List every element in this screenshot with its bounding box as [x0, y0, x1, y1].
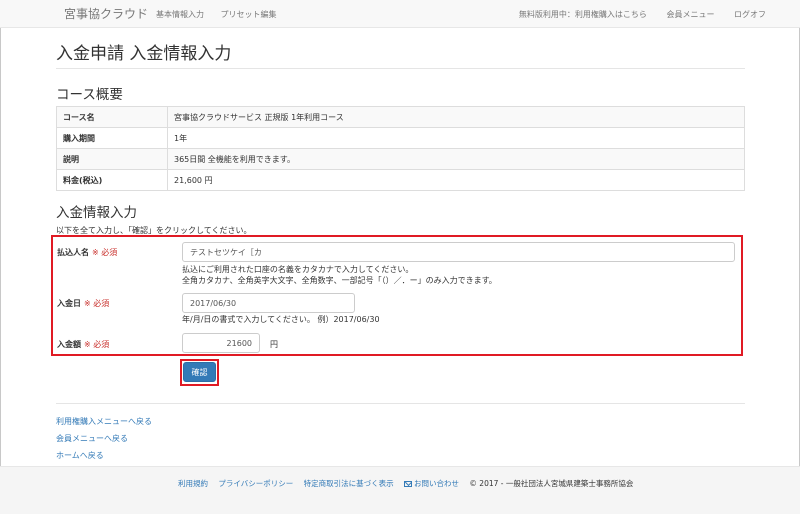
footer-commerce-law-link[interactable]: 特定商取引法に基づく表示	[304, 479, 394, 488]
row-value: 宮事協クラウドサービス 正規版 1年利用コース	[167, 106, 745, 128]
payment-date-label: 入金日 ※ 必須	[57, 298, 109, 309]
row-label: 説明	[56, 148, 168, 170]
payer-name-help: 払込にご利用された口座の名義をカタカナで入力してください。 全角カタカナ、全角英…	[182, 264, 497, 286]
nav-logoff[interactable]: ログオフ	[734, 10, 766, 19]
table-row: コース名 宮事協クラウドサービス 正規版 1年利用コース	[56, 106, 745, 128]
payer-name-input[interactable]: テストセツケイ［カ	[182, 242, 735, 262]
footer-privacy-link[interactable]: プライバシーポリシー	[218, 479, 293, 488]
required-mark: ※ 必須	[84, 299, 110, 308]
page-title: 入金申請 入金情報入力	[56, 44, 232, 64]
footer-terms-link[interactable]: 利用規約	[178, 479, 208, 488]
table-row: 説明 365日間 全機能を利用できます。	[56, 148, 745, 170]
course-summary-table: コース名 宮事協クラウドサービス 正規版 1年利用コース 購入期間 1年 説明 …	[56, 106, 745, 191]
amount-label-text: 入金額	[57, 340, 81, 349]
footer-links: 利用規約 プライバシーポリシー 特定商取引法に基づく表示 お問い合わせ © 20…	[178, 478, 633, 489]
payment-date-input[interactable]: 2017/06/30	[182, 293, 355, 313]
footer: 利用規約 プライバシーポリシー 特定商取引法に基づく表示 お問い合わせ © 20…	[0, 466, 800, 514]
payer-name-help-line1: 払込にご利用された口座の名義をカタカナで入力してください。	[182, 265, 414, 274]
table-row: 購入期間 1年	[56, 127, 745, 149]
nav-free-version[interactable]: 無料版利用中：利用権購入はこちら	[519, 10, 647, 19]
back-to-member-menu-link[interactable]: 会員メニューへ戻る	[56, 433, 128, 444]
payer-name-help-line2: 全角カタカナ、全角英字大文字、全角数字、一部記号「（）／．ー」のみ入力できます。	[182, 276, 497, 285]
course-summary-title: コース概要	[56, 87, 123, 103]
nav-basic-info[interactable]: 基本情報入力	[156, 10, 204, 19]
nav-left: 基本情報入力 プリセット編集	[156, 9, 291, 20]
table-row: 料金(税込) 21,600 円	[56, 169, 745, 191]
payment-info-title: 入金情報入力	[56, 205, 137, 221]
row-value: 1年	[167, 127, 745, 149]
amount-label: 入金額 ※ 必須	[57, 339, 109, 350]
required-mark: ※ 必須	[84, 340, 110, 349]
confirm-button[interactable]: 確認	[183, 362, 216, 382]
nav-member-menu[interactable]: 会員メニュー	[666, 10, 714, 19]
row-label: 購入期間	[56, 127, 168, 149]
nav-preset-edit[interactable]: プリセット編集	[221, 10, 277, 19]
brand-logo[interactable]: 宮事協クラウド	[64, 5, 148, 22]
row-label: 料金(税込)	[56, 169, 168, 191]
footer-copyright: © 2017 - 一般社団法人宮城県建築士事務所協会	[469, 479, 634, 488]
amount-input[interactable]: 21600	[182, 333, 260, 353]
divider	[56, 68, 745, 69]
footer-contact-link[interactable]: お問い合わせ	[404, 479, 459, 488]
nav-right: 無料版利用中：利用権購入はこちら 会員メニュー ログオフ	[502, 9, 766, 20]
navbar: 宮事協クラウド 基本情報入力 プリセット編集 無料版利用中：利用権購入はこちら …	[0, 0, 800, 28]
row-label: コース名	[56, 106, 168, 128]
payer-name-label: 払込人名 ※ 必須	[57, 247, 117, 258]
back-to-home-link[interactable]: ホームへ戻る	[56, 450, 104, 461]
row-value: 21,600 円	[167, 169, 745, 191]
payment-date-help: 年/月/日の書式で入力してください。 例）2017/06/30	[182, 315, 380, 324]
divider	[56, 403, 745, 404]
mail-icon	[404, 481, 413, 487]
required-mark: ※ 必須	[92, 248, 118, 257]
back-to-purchase-menu-link[interactable]: 利用権購入メニューへ戻る	[56, 416, 152, 427]
row-value: 365日間 全機能を利用できます。	[167, 148, 745, 170]
amount-unit: 円	[270, 340, 278, 349]
payment-date-label-text: 入金日	[57, 299, 81, 308]
footer-contact-label: お問い合わせ	[414, 479, 460, 488]
payer-name-label-text: 払込人名	[57, 248, 89, 257]
